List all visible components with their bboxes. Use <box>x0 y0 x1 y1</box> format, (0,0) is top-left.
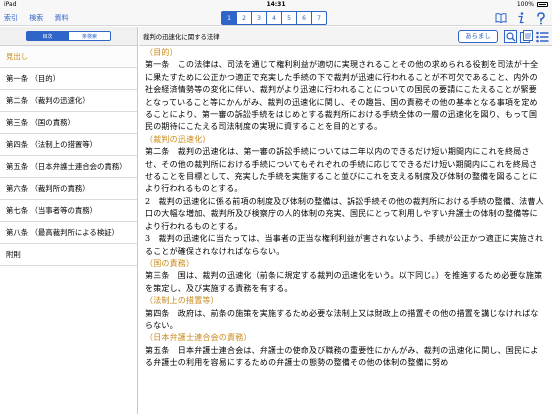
segment-button-5[interactable]: 5 <box>281 11 297 25</box>
segment-button-4[interactable]: 4 <box>266 11 282 25</box>
sidebar-item[interactable]: 附則 <box>0 244 137 266</box>
menu-index[interactable]: 索引 <box>4 14 18 22</box>
sidebar-list: 見出し 第一条 （目的） 第二条 （裁判の迅速化） 第三条 （国の責務） 第四条 （法制… <box>0 46 137 266</box>
segment-button-6[interactable]: 6 <box>296 11 312 25</box>
menu-search[interactable]: 検索 <box>29 14 43 22</box>
law-text-body: （目的） 第一条 この法律は、司法を通じて権利利益が適切に実現されることその他の求… <box>139 47 552 414</box>
article-heading: （法制上の措置等） <box>145 296 219 306</box>
sidebar-item[interactable]: 第五条 （日本弁護士連合会の責務） <box>0 156 137 178</box>
segment-button-1[interactable]: 1 <box>221 11 237 25</box>
content-icons <box>503 29 551 44</box>
tab-contents[interactable]: 目次 <box>26 31 69 41</box>
article-heading: （裁判の迅速化） <box>145 134 211 144</box>
info-icon[interactable] <box>514 11 528 25</box>
article-paragraph: 第一条 この法律は、司法を通じて権利利益が適切に実現されることその他の求められる… <box>145 60 539 132</box>
law-title: 裁判の迅速化に関する法律 <box>143 33 220 41</box>
sidebar-item[interactable]: 第八条 （最高裁判所による検証） <box>0 222 137 244</box>
help-icon[interactable] <box>534 11 548 25</box>
segment-button-2[interactable]: 2 <box>236 11 252 25</box>
article-heading: （目的） <box>145 48 178 57</box>
article-paragraph: 3 裁判の迅速化に当たっては、当事者の正当な権利利益が害されないよう、手続が公正… <box>145 234 544 256</box>
copy-icon[interactable] <box>519 29 533 44</box>
sidebar-item[interactable]: 第六条 （裁判所の責務） <box>0 178 137 200</box>
sidebar-header: 見出し <box>0 46 137 68</box>
segment-button-3[interactable]: 3 <box>251 11 267 25</box>
main-menu: 索引 検索 資料 <box>4 13 77 23</box>
battery-icon <box>537 2 548 7</box>
sidebar-item[interactable]: 第二条 （裁判の迅速化） <box>0 90 137 112</box>
sidebar-item[interactable]: 第三条 （国の責務） <box>0 112 137 134</box>
menu-materials[interactable]: 資料 <box>54 14 68 22</box>
sidebar-item[interactable]: 第七条 （当事者等の責務） <box>0 200 137 222</box>
summary-button[interactable]: あらまし <box>458 30 498 43</box>
article-paragraph: 第三条 国は、裁判の迅速化（前条に規定する裁判の迅速化をいう。以下同じ。）を推進… <box>145 271 543 293</box>
table-of-contents-sidebar: 目次 条検索 見出し 第一条 （目的） 第二条 （裁判の迅速化） 第三条 （国の責務）… <box>0 27 138 414</box>
page-segment-control: 1234567 <box>221 11 327 25</box>
top-toolbar: 索引 検索 資料 1234567 <box>0 10 552 26</box>
sidebar-item[interactable]: 第四条 （法制上の措置等） <box>0 134 137 156</box>
search-doc-icon[interactable] <box>503 29 517 44</box>
article-heading: （日本弁護士連合会の責務） <box>145 333 252 343</box>
battery-percentage: 100% <box>516 1 534 8</box>
list-icon[interactable] <box>535 29 549 44</box>
status-bar: iPad 14:31 100% <box>0 0 552 10</box>
sidebar-item[interactable]: 第一条 （目的） <box>0 68 137 90</box>
book-icon[interactable] <box>494 11 508 25</box>
top-icons <box>488 11 548 25</box>
content-header: 裁判の迅速化に関する法律 あらまし <box>139 27 552 46</box>
article-paragraph: 2 裁判の迅速化に係る前項の制度及び体制の整備は、訴訟手続その他の裁判所における… <box>145 196 544 231</box>
article-paragraph: 第五条 日本弁護士連合会は、弁護士の使命及び職務の重要性にかんがみ、裁判の迅速化… <box>145 345 539 368</box>
article-heading: （国の責務） <box>145 258 195 268</box>
article-paragraph: 第四条 政府は、前条の施策を実施するため必要な法制上又は財政上の措置その他の措置… <box>145 308 539 330</box>
clock: 14:31 <box>266 1 286 8</box>
segment-button-7[interactable]: 7 <box>311 11 327 25</box>
sidebar-tabs: 目次 条検索 <box>0 27 137 46</box>
tab-article-search[interactable]: 条検索 <box>68 31 111 41</box>
article-paragraph: 第二条 裁判の迅速化は、第一審の訴訟手続については二年以内のできるだけ短い期間内… <box>145 147 538 194</box>
